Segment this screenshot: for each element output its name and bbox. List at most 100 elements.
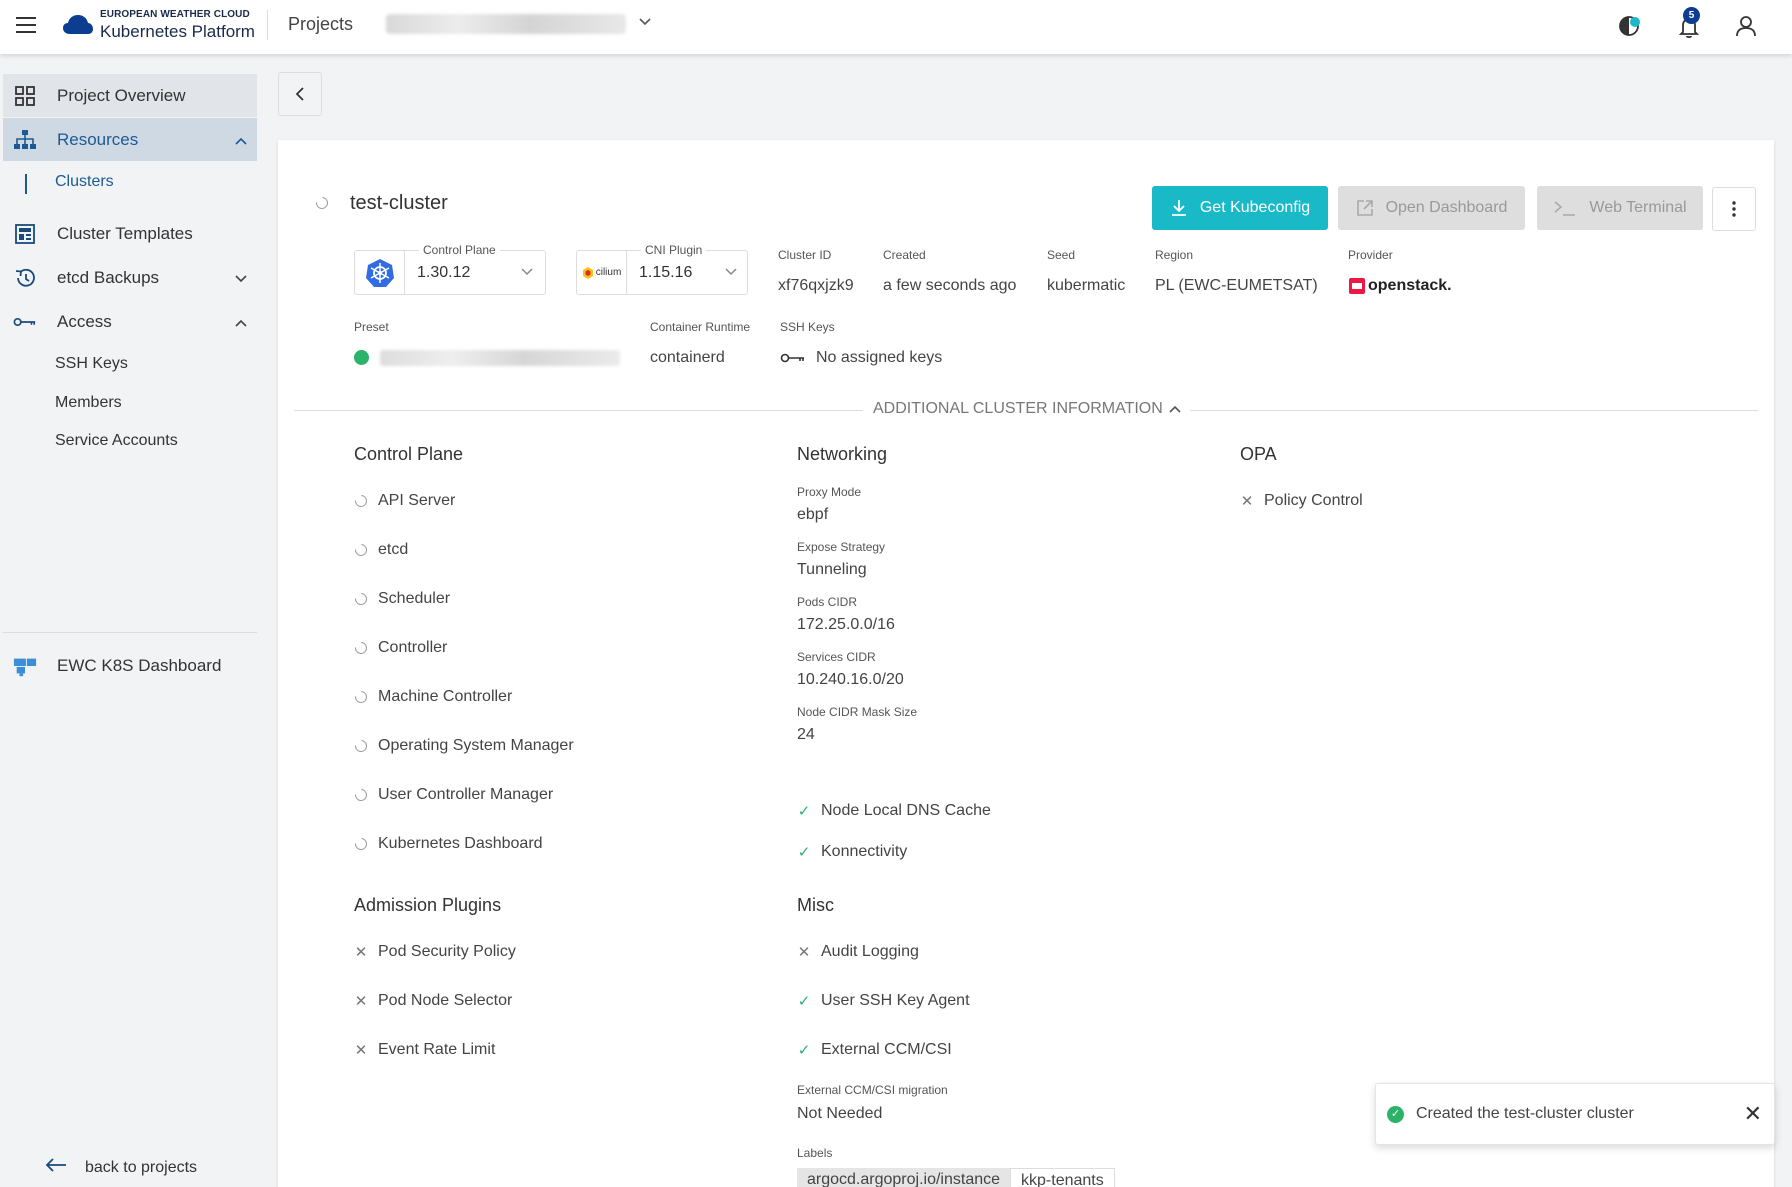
- kubernetes-logo-icon: [355, 251, 405, 294]
- control-plane-section-title: Control Plane: [354, 444, 464, 464]
- provider-value: openstack.: [1348, 277, 1452, 295]
- status-label: Policy Control: [1264, 492, 1363, 509]
- sidebar-item-cluster-templates[interactable]: Cluster Templates: [3, 212, 257, 255]
- toast-message: Created the test-cluster cluster: [1416, 1105, 1634, 1122]
- terminal-icon: [1554, 201, 1576, 216]
- notification-badge: 5: [1683, 7, 1700, 24]
- loading-spinner-icon: [352, 688, 370, 706]
- sidebar-item-ewc-k8s-dashboard[interactable]: EWC K8S Dashboard: [3, 644, 257, 687]
- status-label: User SSH Key Agent: [821, 992, 970, 1009]
- misc-section-title: Misc: [797, 895, 834, 915]
- open-external-icon: [1356, 200, 1373, 216]
- sidebar-item-access[interactable]: Access: [3, 300, 257, 343]
- sidebar-item-resources[interactable]: Resources: [3, 118, 257, 161]
- node-cidr-mask-value: 24: [797, 726, 815, 743]
- key-icon: [13, 310, 37, 334]
- labels-label: Labels: [797, 1146, 833, 1160]
- container-runtime-value: containerd: [650, 349, 725, 366]
- proxy-mode-value: ebpf: [797, 506, 829, 523]
- status-label: Konnectivity: [821, 843, 908, 860]
- back-button[interactable]: [278, 72, 322, 116]
- control-plane-legend: Control Plane: [419, 243, 500, 257]
- menu-icon[interactable]: [16, 17, 36, 33]
- chevron-down-icon: [725, 265, 737, 279]
- label-chip: argocd.argoproj.io/instance: [797, 1168, 1011, 1187]
- web-terminal-button[interactable]: Web Terminal: [1537, 186, 1703, 230]
- status-policy-control: ✕ Policy Control: [1240, 492, 1363, 510]
- status-kubernetes-dashboard: Kubernetes Dashboard: [352, 835, 543, 853]
- status-label: API Server: [378, 492, 456, 509]
- status-user-ssh-key-agent: ✓ User SSH Key Agent: [797, 992, 970, 1010]
- hierarchy-icon: [13, 128, 37, 152]
- sidebar-item-service-accounts[interactable]: Service Accounts: [55, 432, 178, 450]
- networking-section-title: Networking: [797, 444, 888, 464]
- status-user-controller-manager: User Controller Manager: [352, 786, 553, 804]
- more-options-button[interactable]: [1712, 187, 1756, 231]
- project-selector-value[interactable]: [386, 14, 626, 34]
- status-controller: Controller: [352, 639, 448, 657]
- check-icon: ✓: [797, 844, 811, 861]
- status-label: Controller: [378, 639, 448, 656]
- sidebar-item-project-overview[interactable]: Project Overview: [3, 74, 257, 117]
- sidebar-item-etcd-backups[interactable]: etcd Backups: [3, 256, 257, 299]
- download-icon: [1171, 200, 1186, 216]
- back-to-projects-link[interactable]: back to projects: [45, 1158, 197, 1177]
- control-plane-version: 1.30.12: [417, 264, 471, 281]
- sidebar-item-members[interactable]: Members: [55, 394, 122, 412]
- open-dashboard-label: Open Dashboard: [1385, 199, 1508, 216]
- user-icon[interactable]: [1732, 12, 1760, 40]
- sidebar-item-ssh-keys[interactable]: SSH Keys: [55, 355, 128, 373]
- additional-info-toggle[interactable]: ADDITIONAL CLUSTER INFORMATION: [873, 400, 1181, 418]
- theme-icon[interactable]: [1616, 12, 1644, 40]
- sidebar-item-label: Project Overview: [57, 85, 186, 105]
- chevron-left-icon: [295, 87, 304, 101]
- sidebar-item-label: Access: [57, 311, 112, 331]
- key-icon: [780, 353, 804, 363]
- sidebar-item-label: etcd Backups: [57, 267, 160, 287]
- pods-cidr-label: Pods CIDR: [797, 595, 858, 609]
- cluster-id-label: Cluster ID: [778, 248, 832, 262]
- control-plane-version-select[interactable]: Control Plane 1.30.12: [354, 243, 546, 295]
- get-kubeconfig-label: Get Kubeconfig: [1199, 199, 1311, 216]
- open-dashboard-button[interactable]: Open Dashboard: [1338, 186, 1525, 230]
- preset-label: Preset: [354, 320, 389, 334]
- active-indicator: [25, 174, 27, 194]
- history-icon: [13, 266, 37, 290]
- loading-spinner-icon: [352, 737, 370, 755]
- web-terminal-label: Web Terminal: [1589, 199, 1687, 216]
- close-icon[interactable]: ✕: [1744, 1101, 1762, 1127]
- ccm-migration-value: Not Needed: [797, 1105, 883, 1122]
- sidebar-item-clusters[interactable]: Clusters: [55, 173, 114, 191]
- success-check-icon: ✓: [1387, 1106, 1404, 1123]
- chevron-down-icon: [235, 270, 247, 286]
- node-cidr-mask-label: Node CIDR Mask Size: [797, 705, 918, 719]
- logo[interactable]: EUROPEAN WEATHER CLOUD Kubernetes Platfo…: [62, 10, 255, 40]
- sidebar-item-label: Cluster Templates: [57, 223, 193, 243]
- status-os-manager: Operating System Manager: [352, 737, 574, 755]
- region-value: PL (EWC-EUMETSAT): [1155, 277, 1318, 294]
- cni-plugin-version-select[interactable]: CNI Plugin cilium 1.15.16: [576, 243, 748, 295]
- header-divider: [267, 10, 268, 40]
- chevron-down-icon[interactable]: [638, 14, 652, 30]
- cni-plugin-version: 1.15.16: [639, 264, 693, 281]
- status-audit-logging: ✕ Audit Logging: [797, 943, 919, 961]
- cilium-logo-text: cilium: [595, 267, 622, 278]
- services-cidr-label: Services CIDR: [797, 650, 876, 664]
- projects-link[interactable]: Projects: [288, 14, 353, 35]
- status-machine-controller: Machine Controller: [352, 688, 512, 706]
- sidebar-item-label: EWC K8S Dashboard: [57, 655, 222, 675]
- section-divider-right: [1190, 410, 1758, 411]
- close-icon: ✕: [354, 1042, 368, 1059]
- created-label: Created: [883, 248, 926, 262]
- close-icon: ✕: [354, 944, 368, 961]
- close-icon: ✕: [354, 993, 368, 1010]
- ccm-migration-label: External CCM/CSI migration: [797, 1083, 948, 1097]
- expose-strategy-label: Expose Strategy: [797, 540, 886, 554]
- label-chip: kkp-tenants: [1010, 1168, 1115, 1187]
- get-kubeconfig-button[interactable]: Get Kubeconfig: [1152, 186, 1328, 230]
- sidebar-item-label: Resources: [57, 129, 139, 149]
- additional-info-label: ADDITIONAL CLUSTER INFORMATION: [873, 400, 1163, 417]
- cni-plugin-legend: CNI Plugin: [641, 243, 707, 257]
- status-label: Scheduler: [378, 590, 451, 607]
- status-label: Kubernetes Dashboard: [378, 835, 543, 852]
